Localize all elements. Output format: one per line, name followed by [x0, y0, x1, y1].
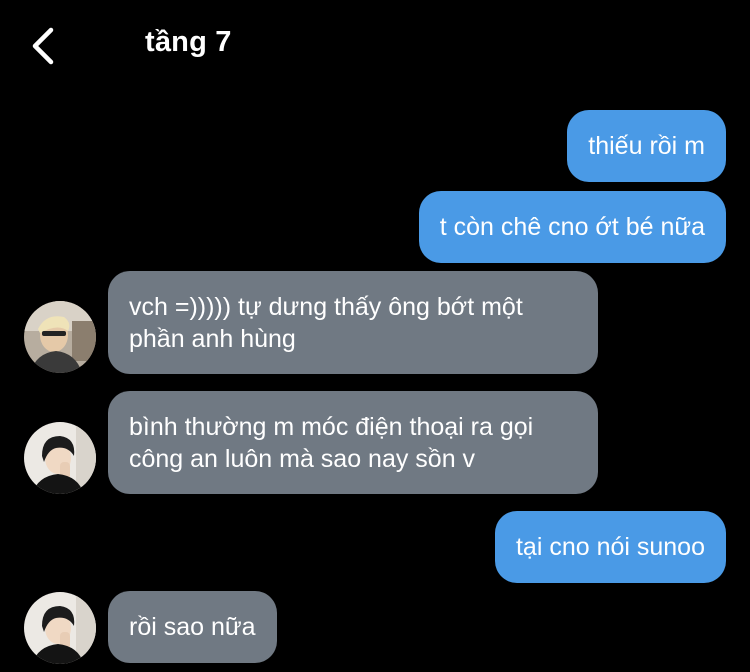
chevron-left-icon [32, 27, 54, 65]
avatar[interactable] [24, 422, 96, 494]
chat-header: tầng 7 [0, 0, 750, 90]
message-line: bình thường m móc điện thoại ra gọi [129, 413, 534, 441]
outgoing-message[interactable]: thiếu rồi m [567, 110, 726, 182]
outgoing-message[interactable]: t còn chê cno ớt bé nữa [418, 191, 726, 263]
outgoing-message[interactable]: tại cno nói sunoo [494, 511, 726, 583]
chat-title: tầng 7 [145, 26, 232, 58]
back-button[interactable] [24, 24, 64, 68]
avatar-blond [24, 301, 96, 373]
message-line: phần anh hùng [129, 325, 296, 353]
message-text: t còn chê cno ớt bé nữa [439, 213, 705, 241]
avatar[interactable] [24, 301, 96, 373]
message-line: công an luôn mà sao nay sồn v [129, 445, 476, 473]
incoming-message[interactable]: vch =))))) tự dưng thấy ông bớt một phần… [108, 271, 598, 374]
message-line: vch =))))) tự dưng thấy ông bớt một [129, 293, 523, 321]
message-text: tại cno nói sunoo [515, 533, 705, 561]
incoming-message[interactable]: rồi sao nữa [108, 591, 277, 663]
avatar-dark-hair [24, 422, 96, 494]
message-text: thiếu rồi m [588, 132, 705, 160]
incoming-message[interactable]: bình thường m móc điện thoại ra gọi công… [108, 391, 598, 494]
avatar-dark-hair [24, 592, 96, 664]
message-text: rồi sao nữa [129, 613, 256, 641]
avatar[interactable] [24, 592, 96, 664]
